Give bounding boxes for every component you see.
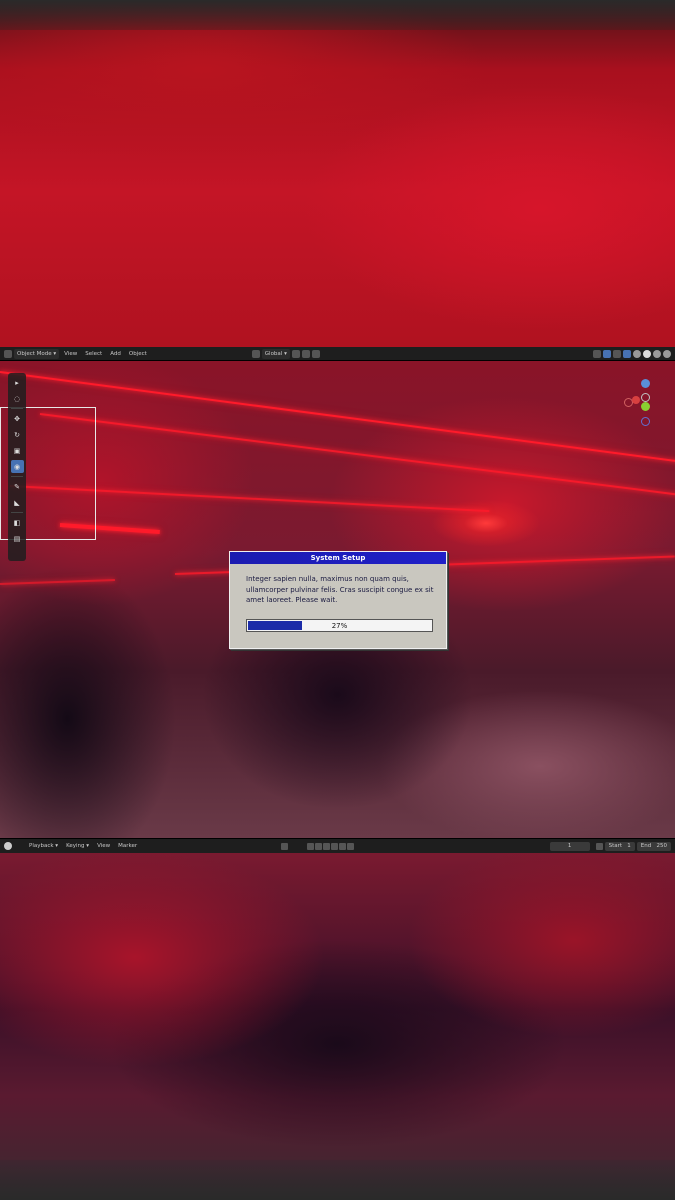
header-bar: Object Mode ▾ View Select Add Object Glo… [0, 347, 675, 361]
jump-start-icon[interactable] [307, 842, 315, 850]
gizmo-toggle-icon[interactable] [603, 349, 611, 358]
move-icon[interactable]: ✥ [11, 412, 24, 425]
system-setup-dialog: System Setup Integer sapien nulla, maxim… [229, 551, 447, 649]
overlay-toggle-icon[interactable] [613, 349, 621, 358]
jump-end-icon[interactable] [347, 842, 355, 850]
menu-object[interactable]: Object [126, 349, 150, 359]
start-frame-value: 1 [627, 843, 631, 849]
start-frame-field[interactable]: Start 1 [604, 841, 635, 851]
menu-view[interactable]: View [61, 349, 80, 359]
select-box-icon[interactable]: ◌ [11, 392, 24, 405]
transform-icon[interactable]: ◉ [10, 460, 24, 473]
blurred-background-top [0, 0, 675, 347]
gizmo-y-axis-icon[interactable] [641, 402, 650, 411]
progress-bar: 27% [246, 619, 433, 632]
gizmo-neg-z-icon[interactable] [641, 417, 650, 426]
end-frame-field[interactable]: End 250 [636, 841, 671, 851]
orientation-icon [251, 349, 260, 358]
gizmo-center-icon[interactable] [641, 393, 650, 402]
dialog-message: Integer sapien nulla, maximus non quam q… [246, 575, 434, 604]
play-icon[interactable] [331, 842, 339, 850]
snap-icon[interactable] [301, 349, 310, 358]
add-cube-icon[interactable]: ◧ [11, 516, 24, 529]
play-reverse-icon[interactable] [323, 842, 331, 850]
proportional-edit-icon[interactable] [311, 349, 320, 358]
auto-keying-icon[interactable] [281, 842, 289, 850]
orientation-dropdown[interactable]: Global ▾ [261, 348, 290, 359]
next-keyframe-icon[interactable] [339, 842, 347, 850]
menu-playback[interactable]: Playback ▾ [26, 841, 61, 851]
current-frame-field[interactable]: 1 [549, 841, 590, 851]
menu-keying-label: Keying [66, 843, 85, 849]
scale-icon[interactable]: ▣ [11, 444, 24, 457]
menu-playback-label: Playback [29, 843, 54, 849]
editor-type-icon[interactable] [4, 349, 12, 358]
progress-label: 27% [331, 621, 348, 630]
orientation-label: Global [264, 350, 283, 357]
shading-solid-icon[interactable] [643, 349, 651, 358]
rotate-icon[interactable]: ↻ [11, 428, 24, 441]
shading-rendered-icon[interactable] [663, 349, 671, 358]
menu-select[interactable]: Select [82, 349, 105, 359]
cursor-icon[interactable]: ▸ [11, 376, 24, 389]
mode-label: Object Mode [17, 350, 52, 357]
annotate-icon[interactable]: ✎ [11, 480, 24, 493]
menu-marker[interactable]: Marker [115, 841, 140, 851]
end-frame-label: End [640, 843, 652, 849]
timeline-editor-icon[interactable] [4, 842, 12, 850]
measure-icon[interactable]: ◣ [11, 496, 24, 509]
menu-keying[interactable]: Keying ▾ [63, 841, 92, 851]
gizmo-x-axis-icon[interactable] [632, 396, 640, 404]
shading-material-icon[interactable] [653, 349, 661, 358]
blurred-background-bottom [0, 853, 675, 1200]
menu-add[interactable]: Add [107, 349, 124, 359]
shading-wireframe-icon[interactable] [633, 349, 641, 358]
mode-dropdown[interactable]: Object Mode ▾ [14, 348, 60, 359]
pivot-icon[interactable] [291, 349, 300, 358]
preview-range-icon[interactable] [595, 842, 603, 850]
prev-keyframe-icon[interactable] [315, 842, 323, 850]
end-frame-value: 250 [656, 843, 668, 849]
dialog-title: System Setup [230, 552, 446, 564]
camera-icon[interactable]: ▤ [11, 532, 24, 545]
start-frame-label: Start [608, 843, 623, 849]
laser-beam [0, 578, 115, 585]
laser-beam [39, 413, 675, 498]
menu-view-timeline[interactable]: View [94, 841, 113, 851]
gizmo-z-axis-icon[interactable] [641, 379, 650, 388]
visibility-icon[interactable] [593, 349, 601, 358]
xray-icon[interactable] [623, 349, 631, 358]
tool-shelf: ▸ ◌ ✥ ↻ ▣ ◉ ✎ ◣ ◧ ▤ [8, 373, 26, 561]
timeline-bar: Playback ▾ Keying ▾ View Marker 1 Start … [0, 838, 675, 853]
navigation-gizmo[interactable] [620, 379, 668, 435]
